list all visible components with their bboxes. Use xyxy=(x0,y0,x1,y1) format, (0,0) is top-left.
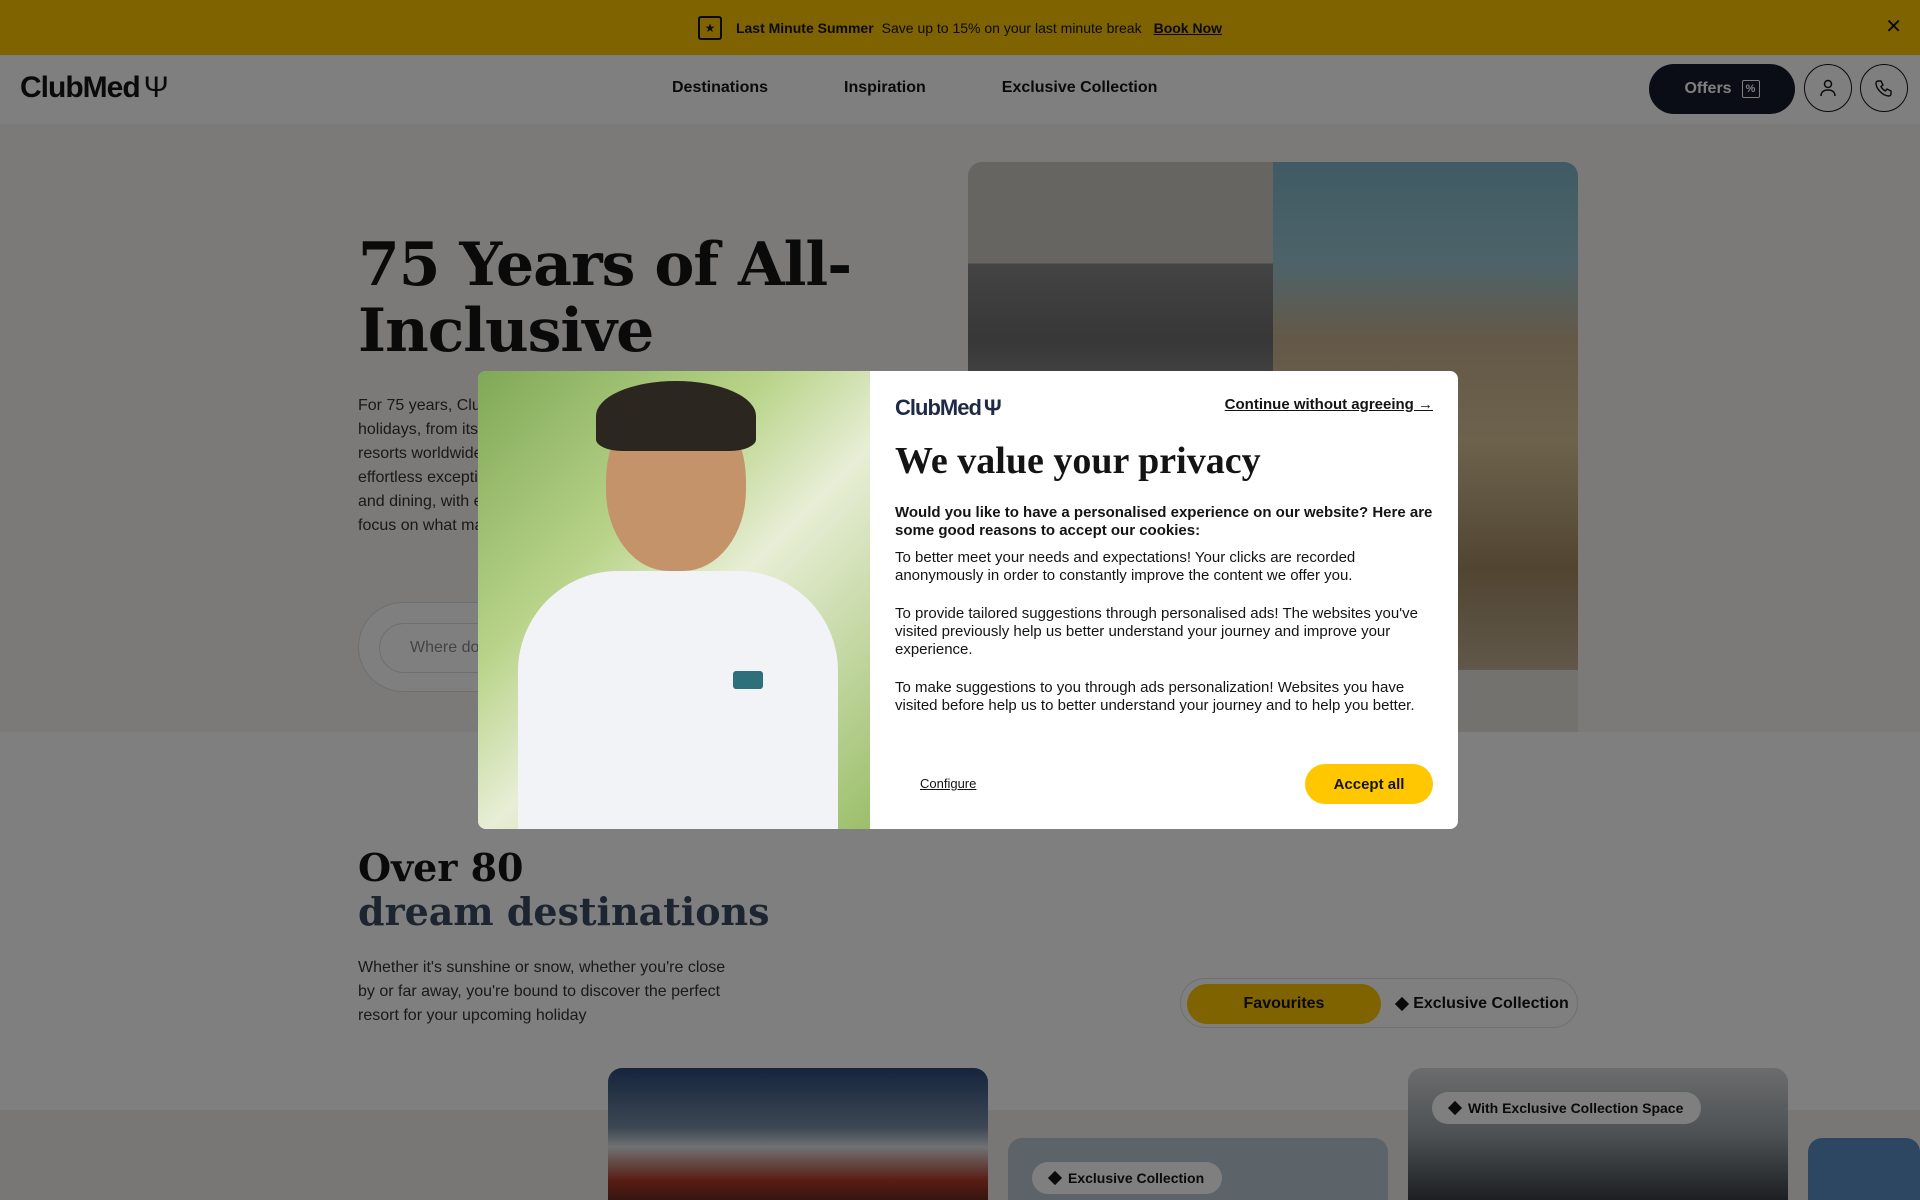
continue-without-agreeing-link[interactable]: Continue without agreeing → xyxy=(1225,396,1433,413)
accept-all-button[interactable]: Accept all xyxy=(1305,764,1433,804)
photo-shirt xyxy=(518,571,838,829)
modal-paragraph-3: To make suggestions to you through ads p… xyxy=(895,679,1415,714)
name-badge xyxy=(733,671,763,689)
modal-paragraph-1: To better meet your needs and expectatio… xyxy=(895,549,1356,584)
modal-paragraph-2: To provide tailored suggestions through … xyxy=(895,605,1418,658)
configure-link[interactable]: Configure xyxy=(920,776,976,791)
modal-logo: ClubMed Ψ xyxy=(895,395,1002,421)
modal-lead: Would you like to have a personalised ex… xyxy=(895,504,1433,539)
trident-icon: Ψ xyxy=(983,395,1002,420)
photo-hair xyxy=(596,381,756,451)
modal-content: ClubMed Ψ Continue without agreeing → We… xyxy=(870,371,1458,829)
modal-title: We value your privacy xyxy=(895,440,1261,482)
modal-logo-text: ClubMed xyxy=(895,395,982,420)
staff-photo xyxy=(478,371,870,829)
privacy-modal: ClubMed Ψ Continue without agreeing → We… xyxy=(478,371,1458,829)
